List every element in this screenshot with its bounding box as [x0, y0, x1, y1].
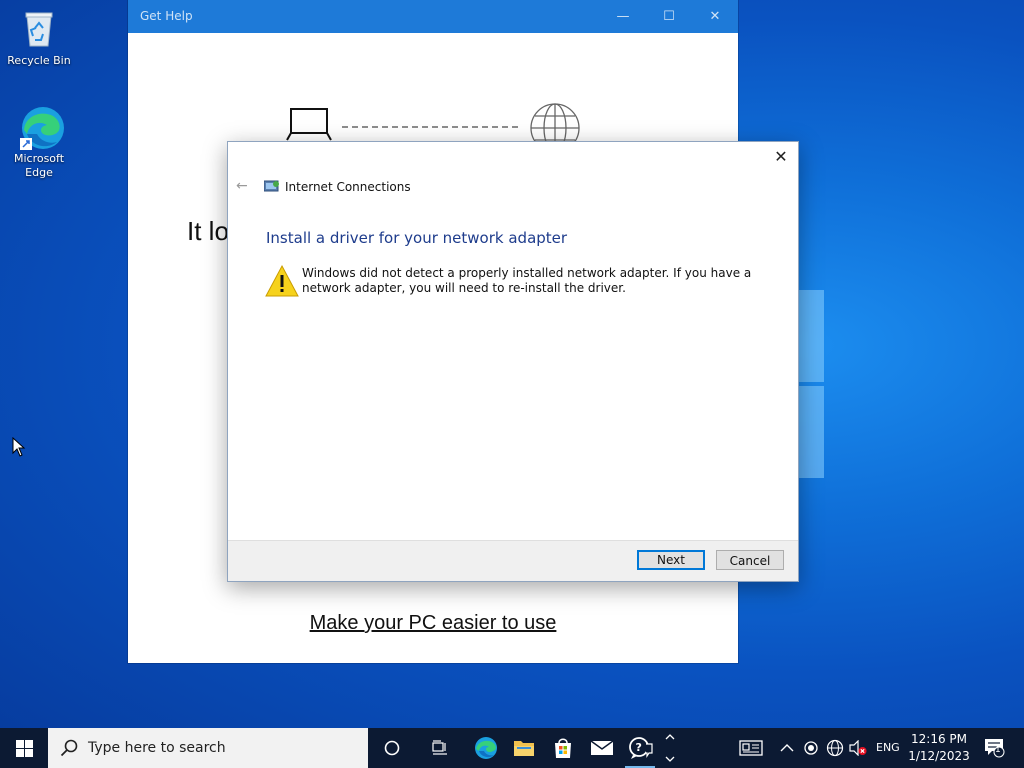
- internet-connections-dialog: ✕ ← Internet Connections Install a drive…: [227, 141, 799, 582]
- mail-icon: [590, 740, 614, 755]
- warning-icon: [265, 264, 299, 297]
- get-help-heading: It lo: [187, 216, 229, 246]
- clock-date: 1/12/2023: [908, 749, 970, 763]
- chevron-up-icon: [780, 744, 794, 752]
- internet-connections-icon: [264, 180, 279, 192]
- notification-count: 1: [995, 745, 1001, 755]
- windows-start-icon: [16, 740, 33, 757]
- back-arrow-icon[interactable]: ←: [236, 178, 248, 194]
- input-language[interactable]: ENG: [876, 741, 900, 754]
- action-center-button[interactable]: 1: [982, 728, 1008, 768]
- desktop-icon-recycle-bin[interactable]: Recycle Bin: [3, 6, 75, 68]
- record-indicator[interactable]: [802, 728, 820, 768]
- clock-time: 12:16 PM: [911, 732, 967, 746]
- get-help-titlebar[interactable]: Get Help — ☐ ✕: [128, 0, 738, 33]
- cancel-button[interactable]: Cancel: [716, 550, 784, 570]
- desktop-icon-label: Recycle Bin: [7, 54, 71, 67]
- edge-icon: [475, 737, 497, 759]
- dialog-heading: Install a driver for your network adapte…: [266, 229, 568, 247]
- desktop-icon-label: Microsoft Edge: [13, 152, 65, 179]
- volume-tray-button[interactable]: [848, 728, 868, 768]
- record-circle-icon: [804, 741, 818, 755]
- dialog-message: Windows did not detect a properly instal…: [302, 266, 752, 295]
- store-icon: [555, 738, 571, 758]
- taskbar: Type here to search ? ENG 12:16 PM 1/12/…: [0, 728, 1024, 768]
- file-explorer-button[interactable]: [505, 728, 543, 768]
- maximize-button[interactable]: ☐: [646, 0, 692, 33]
- get-help-icon: ?: [629, 737, 653, 759]
- task-view-icon: [432, 740, 447, 755]
- taskbar-edge-button[interactable]: [467, 728, 505, 768]
- chevron-updown-icon: [665, 734, 675, 762]
- microsoft-store-button[interactable]: [544, 728, 582, 768]
- dialog-title: Internet Connections: [285, 180, 411, 194]
- laptop-icon: [290, 108, 328, 134]
- get-help-taskbar-button[interactable]: ?: [621, 728, 659, 768]
- minimize-button[interactable]: —: [600, 0, 646, 33]
- svg-text:?: ?: [636, 741, 642, 754]
- taskbar-search-box[interactable]: Type here to search: [48, 728, 368, 768]
- network-illustration: [286, 103, 580, 145]
- task-view-button[interactable]: [421, 728, 459, 768]
- show-hidden-icons-button[interactable]: [778, 728, 796, 768]
- search-placeholder: Type here to search: [88, 740, 226, 756]
- network-tray-button[interactable]: [825, 728, 845, 768]
- edge-icon: [17, 104, 64, 150]
- globe-icon: [530, 103, 580, 145]
- close-button[interactable]: ✕: [692, 0, 738, 33]
- start-button[interactable]: [0, 728, 48, 768]
- cortana-circle-icon: [384, 740, 400, 756]
- window-title: Get Help: [140, 9, 193, 23]
- volume-muted-icon: [849, 740, 867, 756]
- dialog-close-button[interactable]: ✕: [764, 142, 798, 172]
- mouse-cursor-icon: [12, 437, 26, 457]
- search-icon: [60, 739, 78, 757]
- dialog-footer: Next Cancel: [228, 540, 798, 581]
- clock[interactable]: 12:16 PM 1/12/2023: [904, 731, 974, 765]
- mail-button[interactable]: [583, 728, 621, 768]
- folder-icon: [514, 741, 534, 756]
- news-widget-button[interactable]: [738, 728, 764, 768]
- taskbar-overflow-button[interactable]: [660, 728, 680, 768]
- news-icon: [739, 740, 763, 756]
- recycle-bin-icon: [17, 6, 61, 50]
- make-pc-easier-link[interactable]: Make your PC easier to use: [128, 612, 738, 635]
- globe-network-icon: [826, 739, 844, 757]
- cortana-button[interactable]: [373, 728, 411, 768]
- desktop-icon-edge[interactable]: Microsoft Edge: [3, 104, 75, 180]
- next-button[interactable]: Next: [637, 550, 705, 570]
